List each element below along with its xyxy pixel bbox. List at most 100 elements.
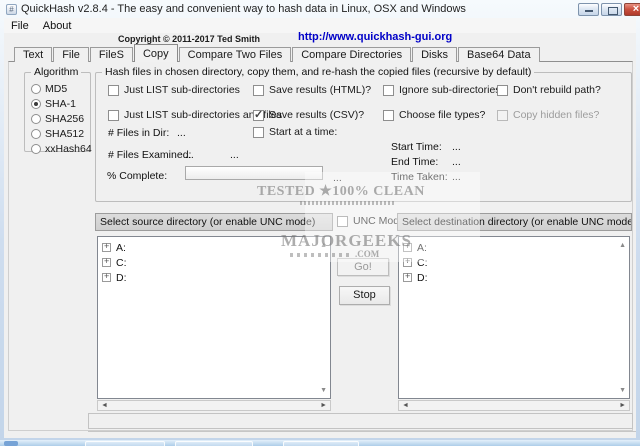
radio-sha512[interactable]: SHA512: [31, 128, 92, 140]
radio-sha256-label: SHA256: [45, 113, 85, 125]
tab-files[interactable]: FileS: [89, 47, 133, 62]
files-in-dir-label: # Files in Dir:: [108, 127, 170, 139]
radio-md5-circle: [31, 84, 41, 94]
checkbox-label: Copy hidden files?: [513, 109, 600, 121]
menu-about[interactable]: About: [36, 19, 79, 33]
bottom-panel: [88, 413, 633, 429]
dest-tree-item-d[interactable]: D:: [399, 270, 629, 285]
stop-button[interactable]: Stop: [339, 286, 390, 305]
radio-sha512-label: SHA512: [45, 128, 85, 140]
tree-item-label: D:: [417, 271, 428, 284]
scroll-left-icon[interactable]: ◄: [402, 401, 409, 410]
radio-xxhash64-label: xxHash64: [45, 143, 92, 155]
files-examined-value: ...: [185, 149, 194, 161]
end-time-value: ...: [452, 156, 461, 168]
checkbox-box: [383, 84, 394, 96]
tab-bar: Text File FileS Copy Compare Two Files C…: [14, 44, 541, 62]
checkbox-save-csv[interactable]: Save results (CSV)?: [253, 108, 364, 121]
taskbar-button[interactable]: [85, 441, 165, 446]
tab-compare-two-files[interactable]: Compare Two Files: [178, 47, 292, 62]
tab-copy[interactable]: Copy: [133, 44, 178, 62]
source-horizontal-scrollbar[interactable]: ◄ ►: [97, 400, 331, 411]
checkbox-box: [253, 126, 264, 138]
start-button[interactable]: [4, 441, 18, 446]
checkbox-box: [383, 109, 394, 121]
checkbox-copy-hidden-files: Copy hidden files?: [497, 109, 599, 121]
algorithm-groupbox: Algorithm MD5 SHA-1 SHA256 SHA512 xxHash…: [24, 66, 92, 155]
app-icon: #: [6, 3, 17, 15]
checkbox-label: Choose file types?: [399, 109, 486, 121]
hash-copy-groupbox-label: Hash files in chosen directory, copy the…: [102, 66, 535, 78]
checkbox-just-list-subdirs[interactable]: Just LIST sub-directories: [108, 84, 240, 96]
checkbox-dont-rebuild-path[interactable]: Don't rebuild path?: [497, 84, 601, 96]
watermark-backdrop: [305, 172, 480, 262]
checkbox-label: Start at a time:: [269, 126, 338, 138]
tab-compare-directories[interactable]: Compare Directories: [292, 47, 412, 62]
tree-item-label: D:: [116, 271, 127, 284]
radio-xxhash64[interactable]: xxHash64: [31, 143, 92, 155]
taskbar[interactable]: [0, 440, 640, 446]
radio-xxhash64-circle: [31, 144, 41, 154]
files-examined-label: # Files Examined:: [108, 149, 192, 161]
tab-disks[interactable]: Disks: [412, 47, 457, 62]
scroll-right-icon[interactable]: ►: [320, 401, 327, 410]
taskbar-button[interactable]: [283, 441, 359, 446]
tab-base64-data[interactable]: Base64 Data: [458, 47, 540, 62]
checkbox-box: [253, 84, 264, 96]
watermark-stars: [290, 253, 350, 257]
radio-sha1-label: SHA-1: [45, 98, 76, 110]
taskbar-button[interactable]: [175, 441, 253, 446]
expand-plus-icon[interactable]: [102, 256, 111, 267]
checkbox-label: Ignore sub-directories?: [399, 84, 507, 96]
source-tree-item-c[interactable]: C:: [98, 255, 330, 270]
maximize-button[interactable]: [601, 3, 622, 16]
radio-md5-label: MD5: [45, 83, 68, 95]
checkbox-box: [497, 109, 508, 121]
tab-text[interactable]: Text: [14, 47, 53, 62]
radio-sha1[interactable]: SHA-1: [31, 98, 92, 110]
homepage-link[interactable]: http://www.quickhash-gui.org: [298, 31, 452, 43]
menu-file[interactable]: File: [4, 19, 36, 33]
title-bar[interactable]: # QuickHash v2.8.4 - The easy and conven…: [0, 0, 640, 18]
start-time-value: ...: [452, 141, 461, 153]
scroll-left-icon[interactable]: ◄: [101, 401, 108, 410]
files-examined-value2: ...: [230, 149, 239, 161]
percent-complete-label: % Complete:: [107, 170, 168, 182]
end-time-label: End Time:: [391, 156, 439, 168]
radio-sha512-circle: [31, 129, 41, 139]
scroll-down-icon[interactable]: ▼: [320, 387, 327, 394]
expand-plus-icon[interactable]: [102, 271, 111, 282]
checkbox-ignore-subdirs[interactable]: Ignore sub-directories?: [383, 84, 506, 96]
dest-horizontal-scrollbar[interactable]: ◄ ►: [398, 400, 630, 411]
scroll-down-icon[interactable]: ▼: [619, 387, 626, 394]
close-button[interactable]: [624, 3, 640, 16]
watermark-small-text: [300, 201, 396, 205]
tree-item-label: C:: [116, 256, 127, 269]
radio-md5[interactable]: MD5: [31, 83, 92, 95]
expand-plus-icon[interactable]: [102, 241, 111, 252]
source-directory-header: Select source directory (or enable UNC m…: [95, 213, 333, 231]
radio-sha256-circle: [31, 114, 41, 124]
caption-buttons: [578, 3, 640, 16]
copyright-text: Copyright © 2011-2017 Ted Smith: [118, 34, 261, 44]
window-title: QuickHash v2.8.4 - The easy and convenie…: [21, 3, 466, 15]
expand-plus-icon[interactable]: [403, 271, 412, 282]
radio-sha1-circle: [31, 99, 41, 109]
checkbox-choose-file-types[interactable]: Choose file types?: [383, 109, 485, 121]
tab-file[interactable]: File: [53, 47, 89, 62]
minimize-button[interactable]: [578, 3, 599, 16]
checkbox-label: Just LIST sub-directories: [124, 84, 240, 96]
checkbox-start-at-time[interactable]: Start at a time:: [253, 126, 337, 138]
progress-bar: [185, 166, 323, 180]
scroll-up-icon[interactable]: ▲: [619, 242, 626, 249]
source-tree-item-d[interactable]: D:: [98, 270, 330, 285]
app-window: # QuickHash v2.8.4 - The easy and conven…: [0, 0, 640, 440]
source-directory-tree[interactable]: A: C: D: ▲ ▼: [97, 236, 331, 399]
checkbox-box: [108, 109, 119, 121]
checkbox-save-html[interactable]: Save results (HTML)?: [253, 84, 371, 96]
scroll-right-icon[interactable]: ►: [619, 401, 626, 410]
checkbox-box: [253, 108, 264, 121]
files-in-dir-value: ...: [177, 127, 186, 139]
checkbox-label: Don't rebuild path?: [513, 84, 601, 96]
radio-sha256[interactable]: SHA256: [31, 113, 92, 125]
